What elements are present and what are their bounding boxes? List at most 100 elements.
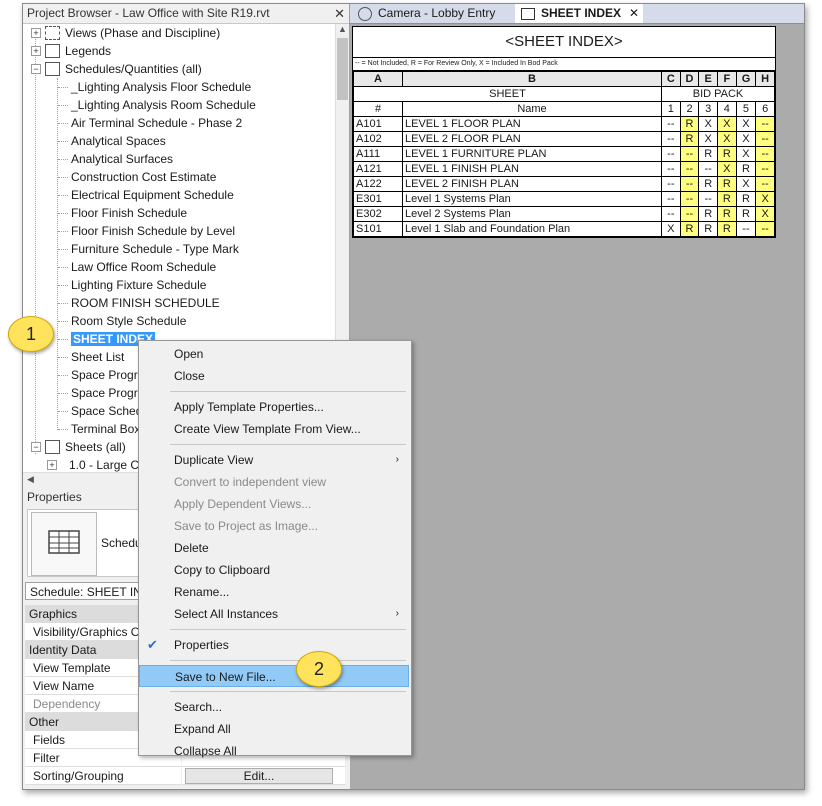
sheet-name-cell[interactable]: Level 1 Slab and Foundation Plan <box>402 221 662 237</box>
menu-item[interactable]: Rename... <box>139 581 409 603</box>
menu-item[interactable]: Collapse All <box>139 740 409 762</box>
edit-button[interactable]: Edit... <box>185 768 333 784</box>
sheet-number-cell[interactable]: A121 <box>353 161 403 177</box>
tree-item-schedule[interactable]: Electrical Equipment Schedule <box>71 186 234 204</box>
close-icon[interactable]: ✕ <box>334 4 345 23</box>
menu-item[interactable]: Create View Template From View... <box>139 418 409 440</box>
bid-pack-cell[interactable]: R <box>679 131 700 147</box>
bid-pack-cell[interactable]: R <box>717 176 737 192</box>
bid-pack-cell[interactable]: X <box>735 146 757 162</box>
sheet-number-cell[interactable]: E301 <box>353 191 403 207</box>
expand-icon[interactable]: + <box>47 460 57 470</box>
tree-item-schedule[interactable]: Space Progra <box>71 384 144 402</box>
bid-pack-cell[interactable]: -- <box>661 146 681 162</box>
bid-pack-cell[interactable]: -- <box>661 176 681 192</box>
tree-item-views[interactable]: + Views (Phase and Discipline) <box>23 24 323 42</box>
tree-item-schedule[interactable]: Law Office Room Schedule <box>71 258 216 276</box>
bid-pack-cell[interactable]: R <box>717 206 737 222</box>
table-row[interactable]: A122 LEVEL 2 FINISH PLAN -- -- R R X -- <box>353 176 775 192</box>
table-row[interactable]: S101 Level 1 Slab and Foundation Plan X R R R… <box>353 221 775 237</box>
bid-pack-cell[interactable]: -- <box>661 191 681 207</box>
menu-item[interactable]: Copy to Clipboard <box>139 559 409 581</box>
table-row[interactable]: A101 LEVEL 1 FLOOR PLAN -- R X X X -- <box>353 116 775 132</box>
bid-pack-cell[interactable]: R <box>717 221 737 237</box>
sheet-number-cell[interactable]: S101 <box>353 221 403 237</box>
sheet-name-cell[interactable]: Level 2 Systems Plan <box>402 206 662 222</box>
sheet-number-cell[interactable]: A102 <box>353 131 403 147</box>
sheet-name-cell[interactable]: LEVEL 1 FLOOR PLAN <box>402 116 662 132</box>
bid-pack-cell[interactable]: X <box>755 206 775 222</box>
bid-pack-cell[interactable]: -- <box>679 146 700 162</box>
table-row[interactable]: E302 Level 2 Systems Plan -- -- R R R X <box>353 206 775 222</box>
scroll-left-icon[interactable]: ◀ <box>27 474 34 485</box>
column-letter[interactable]: E <box>698 71 719 87</box>
column-letter[interactable]: B <box>402 71 662 87</box>
column-letter[interactable]: C <box>661 71 681 87</box>
menu-item[interactable]: Search... <box>139 696 409 718</box>
tree-item-schedule[interactable]: _Lighting Analysis Floor Schedule <box>71 78 251 96</box>
bid-pack-cell[interactable]: -- <box>735 221 757 237</box>
bid-pack-cell[interactable]: X <box>698 116 719 132</box>
tree-item-schedule[interactable]: Air Terminal Schedule - Phase 2 <box>71 114 242 132</box>
menu-item[interactable]: Expand All <box>139 718 409 740</box>
tree-item-schedule[interactable]: Analytical Surfaces <box>71 150 173 168</box>
sheet-name-cell[interactable]: LEVEL 1 FURNITURE PLAN <box>402 146 662 162</box>
bid-pack-cell[interactable]: -- <box>679 176 700 192</box>
bid-pack-cell[interactable]: X <box>755 191 775 207</box>
tree-item-schedules[interactable]: − Schedules/Quantities (all) <box>23 60 323 78</box>
sheet-number-cell[interactable]: A101 <box>353 116 403 132</box>
bid-pack-cell[interactable]: X <box>717 161 737 177</box>
bid-pack-cell[interactable]: -- <box>661 161 681 177</box>
column-letter[interactable]: G <box>735 71 757 87</box>
sheet-number-cell[interactable]: A111 <box>353 146 403 162</box>
bid-pack-cell[interactable]: -- <box>661 206 681 222</box>
bid-pack-cell[interactable]: -- <box>755 176 775 192</box>
menu-item[interactable]: Apply Template Properties... <box>139 396 409 418</box>
tree-item-schedule[interactable]: Room Style Schedule <box>71 312 186 330</box>
menu-item[interactable]: Close <box>139 365 409 387</box>
menu-item[interactable]: Delete <box>139 537 409 559</box>
collapse-icon[interactable]: − <box>31 442 41 452</box>
tree-item-schedule[interactable]: Lighting Fixture Schedule <box>71 276 206 294</box>
sheet-name-cell[interactable]: LEVEL 2 FLOOR PLAN <box>402 131 662 147</box>
tab-camera-lobby-entry[interactable]: Camera - Lobby Entry <box>352 4 512 23</box>
bid-pack-cell[interactable]: R <box>735 161 757 177</box>
menu-item[interactable]: Duplicate View › <box>139 449 409 471</box>
bid-pack-cell[interactable]: R <box>698 176 719 192</box>
bid-pack-cell[interactable]: -- <box>661 131 681 147</box>
bid-pack-cell[interactable]: R <box>698 206 719 222</box>
bid-pack-cell[interactable]: -- <box>755 131 775 147</box>
collapse-icon[interactable]: − <box>31 64 41 74</box>
bid-pack-cell[interactable]: X <box>735 116 757 132</box>
sheet-name-cell[interactable]: LEVEL 2 FINISH PLAN <box>402 176 662 192</box>
bid-pack-cell[interactable]: X <box>698 131 719 147</box>
tree-item-schedule[interactable]: Terminal Box <box>71 420 140 438</box>
tab-sheet-index[interactable]: SHEET INDEX ✕ <box>515 4 643 23</box>
bid-pack-cell[interactable]: X <box>717 131 737 147</box>
bid-pack-cell[interactable]: R <box>679 116 700 132</box>
expand-icon[interactable]: + <box>31 28 41 38</box>
tree-item-schedule[interactable]: Space Sched <box>71 402 142 420</box>
menu-item[interactable]: Select All Instances › <box>139 603 409 625</box>
tree-item-schedule[interactable]: Space Progra <box>71 366 144 384</box>
table-row[interactable]: A121 LEVEL 1 FINISH PLAN -- -- -- X R -- <box>353 161 775 177</box>
tree-item-schedule[interactable]: ROOM FINISH SCHEDULE <box>71 294 220 312</box>
close-tab-icon[interactable]: ✕ <box>629 4 639 23</box>
sheet-name-cell[interactable]: LEVEL 1 FINISH PLAN <box>402 161 662 177</box>
expand-icon[interactable]: + <box>31 46 41 56</box>
menu-item[interactable]: Open <box>139 343 409 365</box>
bid-pack-cell[interactable]: R <box>735 206 757 222</box>
bid-pack-cell[interactable]: -- <box>679 191 700 207</box>
bid-pack-cell[interactable]: X <box>735 176 757 192</box>
bid-pack-cell[interactable]: R <box>698 221 719 237</box>
tree-item-schedule[interactable]: Floor Finish Schedule <box>71 204 187 222</box>
scrollbar-thumb[interactable] <box>337 38 348 100</box>
bid-pack-cell[interactable]: -- <box>755 161 775 177</box>
bid-pack-cell[interactable]: R <box>698 146 719 162</box>
sheet-name-cell[interactable]: Level 1 Systems Plan <box>402 191 662 207</box>
bid-pack-cell[interactable]: -- <box>755 221 775 237</box>
table-row[interactable]: E301 Level 1 Systems Plan -- -- -- R R X <box>353 191 775 207</box>
tree-item-legends[interactable]: + Legends <box>23 42 323 60</box>
sheet-number-cell[interactable]: A122 <box>353 176 403 192</box>
column-letter[interactable]: F <box>717 71 737 87</box>
